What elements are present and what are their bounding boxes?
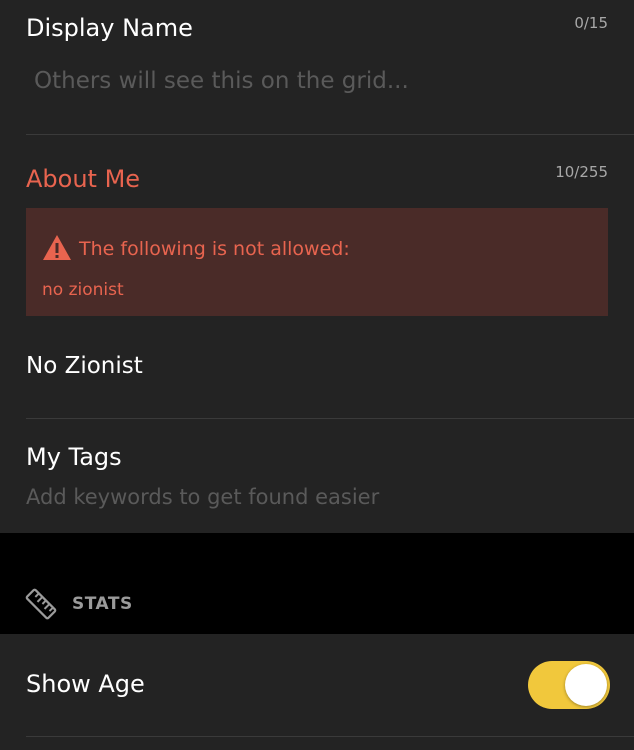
stats-section-header: STATS bbox=[0, 533, 634, 634]
divider bbox=[26, 736, 634, 737]
about-me-input[interactable]: No Zionist bbox=[26, 353, 143, 379]
about-me-counter: 10/255 bbox=[555, 163, 608, 181]
toggle-knob bbox=[565, 664, 607, 706]
about-me-section: About Me 10/255 The following is not all… bbox=[0, 135, 634, 418]
warning-icon bbox=[43, 235, 71, 260]
error-message-box: The following is not allowed: no zionist bbox=[26, 208, 608, 316]
display-name-input[interactable] bbox=[34, 68, 594, 94]
show-age-label: Show Age bbox=[26, 670, 145, 698]
show-age-row: Show Age bbox=[0, 634, 634, 736]
my-tags-section[interactable]: My Tags Add keywords to get found easier bbox=[0, 419, 634, 533]
ruler-icon bbox=[25, 588, 57, 620]
edit-profile-page: Display Name 0/15 About Me 10/255 The fo… bbox=[0, 0, 634, 750]
stats-label: STATS bbox=[72, 594, 133, 614]
my-tags-placeholder[interactable]: Add keywords to get found easier bbox=[26, 485, 379, 509]
display-name-counter: 0/15 bbox=[574, 14, 608, 32]
my-tags-title: My Tags bbox=[26, 443, 122, 471]
error-heading: The following is not allowed: bbox=[79, 238, 350, 260]
error-term: no zionist bbox=[42, 280, 124, 300]
show-age-toggle[interactable] bbox=[528, 661, 610, 709]
display-name-section: Display Name 0/15 bbox=[0, 0, 634, 134]
about-me-title: About Me bbox=[26, 165, 141, 193]
display-name-title: Display Name bbox=[26, 14, 193, 42]
